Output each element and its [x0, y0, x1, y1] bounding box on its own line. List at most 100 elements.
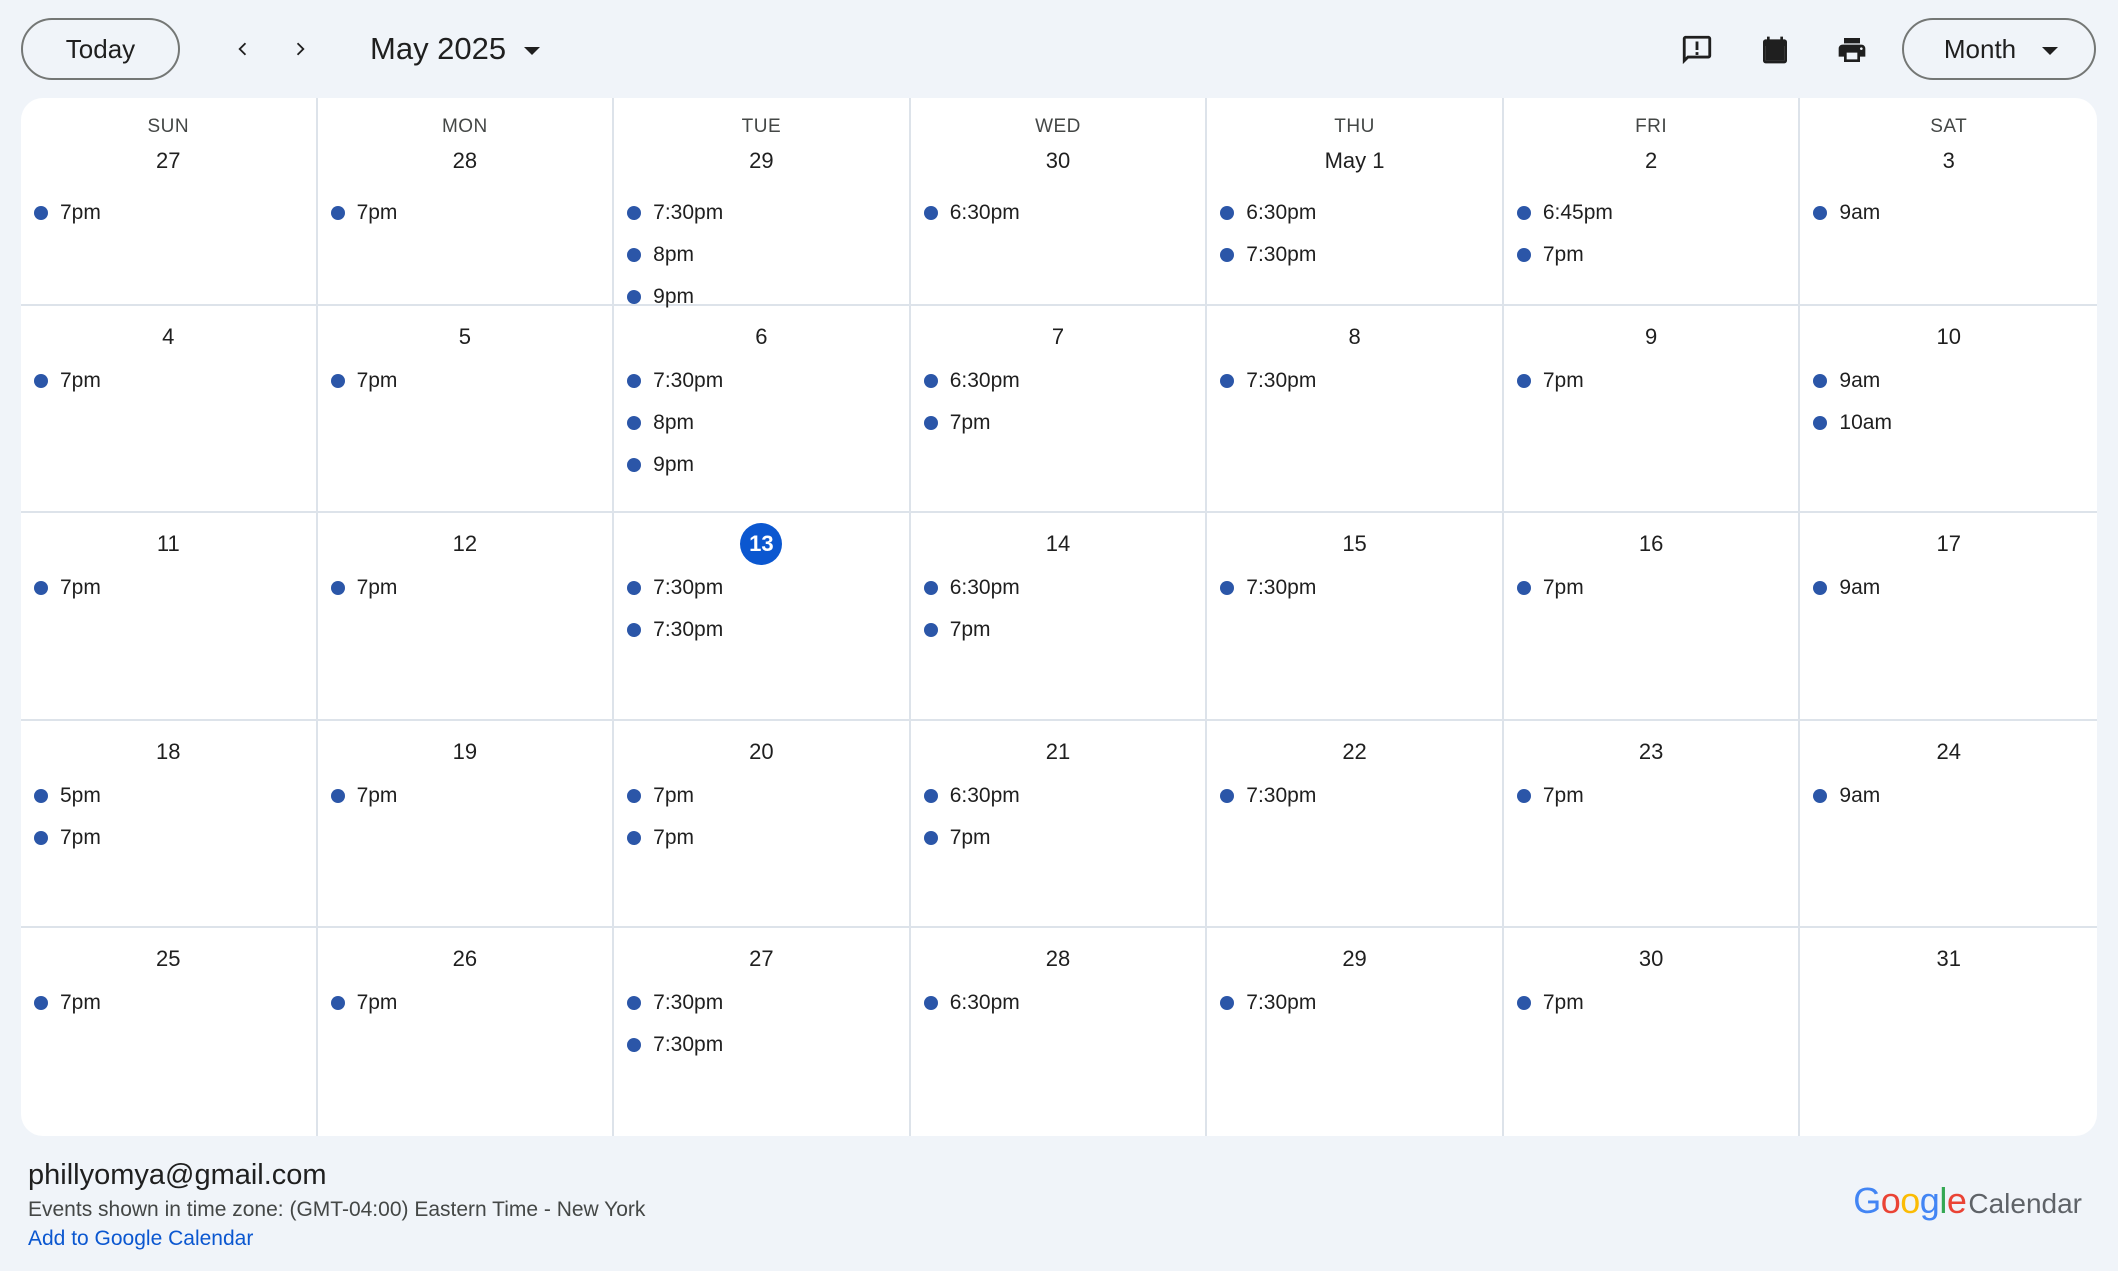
- event-chip[interactable]: 7pm: [33, 567, 308, 609]
- event-chip[interactable]: 6:30pm: [923, 567, 1198, 609]
- day-cell[interactable]: 20 7pm 7pm: [614, 720, 911, 929]
- event-chip[interactable]: 7pm: [330, 360, 605, 402]
- day-cell[interactable]: 8 7:30pm: [1207, 305, 1504, 514]
- day-cell[interactable]: TUE 29 7:30pm 8pm 9pm: [614, 98, 911, 308]
- event-chip[interactable]: 7pm: [33, 192, 308, 234]
- event-chip[interactable]: 8pm: [626, 234, 901, 276]
- day-cell[interactable]: 23 7pm: [1503, 720, 1801, 929]
- event-chip[interactable]: 7:30pm: [1219, 775, 1494, 817]
- date-number[interactable]: 27: [147, 140, 189, 182]
- event-chip[interactable]: 7:30pm: [626, 360, 901, 402]
- date-number[interactable]: 10: [1928, 316, 1970, 358]
- event-chip[interactable]: 7:30pm: [626, 982, 901, 1024]
- event-chip[interactable]: 7pm: [626, 775, 901, 817]
- day-cell[interactable]: 4 7pm: [21, 305, 318, 514]
- date-number[interactable]: May 1: [1325, 140, 1385, 182]
- date-number[interactable]: 23: [1630, 731, 1672, 773]
- day-cell[interactable]: 31: [1800, 928, 2097, 1136]
- day-cell[interactable]: 28 6:30pm: [911, 928, 1208, 1136]
- day-cell[interactable]: 24 9am: [1800, 721, 2097, 929]
- day-cell[interactable]: 11 7pm: [21, 513, 318, 721]
- date-number[interactable]: 5: [444, 316, 486, 358]
- event-chip[interactable]: 6:30pm: [923, 192, 1198, 234]
- month-picker[interactable]: May 2025: [370, 24, 541, 74]
- date-number[interactable]: 30: [1037, 140, 1079, 182]
- day-cell[interactable]: 12 7pm: [317, 513, 615, 721]
- event-chip[interactable]: 7:30pm: [1219, 982, 1494, 1024]
- event-chip[interactable]: 7:30pm: [626, 609, 901, 651]
- event-chip[interactable]: 9pm: [626, 444, 901, 486]
- event-chip[interactable]: 7:30pm: [626, 1024, 901, 1066]
- day-cell[interactable]: 13 7:30pm 7:30pm: [614, 513, 911, 721]
- day-cell[interactable]: 9 7pm: [1503, 305, 1801, 514]
- event-chip[interactable]: 9am: [1812, 360, 2089, 402]
- day-cell[interactable]: 29 7:30pm: [1207, 928, 1504, 1136]
- event-chip[interactable]: 6:30pm: [923, 360, 1198, 402]
- event-chip[interactable]: 7pm: [33, 982, 308, 1024]
- date-number[interactable]: 14: [1037, 523, 1079, 565]
- event-chip[interactable]: 6:45pm: [1516, 192, 1791, 234]
- date-number[interactable]: 18: [147, 731, 189, 773]
- event-chip[interactable]: 10am: [1812, 402, 2089, 444]
- event-chip[interactable]: 7pm: [330, 192, 605, 234]
- event-chip[interactable]: 7pm: [1516, 775, 1791, 817]
- event-chip[interactable]: 6:30pm: [923, 775, 1198, 817]
- day-cell[interactable]: SAT 3 9am: [1800, 98, 2097, 306]
- day-cell[interactable]: WED 30 6:30pm: [910, 98, 1208, 306]
- date-number[interactable]: 8: [1334, 316, 1376, 358]
- date-number[interactable]: 28: [444, 140, 486, 182]
- day-cell[interactable]: 27 7:30pm 7:30pm: [614, 928, 911, 1136]
- date-number[interactable]: 27: [740, 938, 782, 980]
- date-number[interactable]: 20: [740, 731, 782, 773]
- event-chip[interactable]: 7pm: [330, 567, 605, 609]
- date-number[interactable]: 26: [444, 938, 486, 980]
- day-cell[interactable]: 30 7pm: [1504, 928, 1801, 1136]
- date-number[interactable]: 6: [740, 316, 782, 358]
- event-chip[interactable]: 7pm: [626, 817, 901, 859]
- day-cell[interactable]: 26 7pm: [318, 928, 615, 1136]
- event-chip[interactable]: 7pm: [1516, 982, 1791, 1024]
- feedback-button[interactable]: [1671, 24, 1723, 76]
- day-cell[interactable]: 25 7pm: [21, 928, 318, 1136]
- date-number[interactable]: 29: [740, 140, 782, 182]
- date-number[interactable]: 12: [444, 523, 486, 565]
- day-cell[interactable]: 7 6:30pm 7pm: [910, 305, 1208, 514]
- day-cell[interactable]: 14 6:30pm 7pm: [910, 513, 1208, 721]
- print-button[interactable]: [1826, 24, 1878, 76]
- date-number[interactable]: 9: [1630, 316, 1672, 358]
- day-cell[interactable]: 21 6:30pm 7pm: [910, 720, 1208, 929]
- day-cell[interactable]: FRI 2 6:45pm 7pm: [1503, 98, 1801, 306]
- event-chip[interactable]: 7:30pm: [626, 192, 901, 234]
- today-date-number[interactable]: 13: [740, 523, 783, 566]
- day-cell[interactable]: 5 7pm: [317, 305, 615, 514]
- event-chip[interactable]: 6:30pm: [923, 982, 1198, 1024]
- date-number[interactable]: 4: [147, 316, 189, 358]
- event-chip[interactable]: 9am: [1812, 192, 2089, 234]
- event-chip[interactable]: 7pm: [330, 982, 605, 1024]
- day-cell[interactable]: MON 28 7pm: [317, 98, 615, 306]
- event-chip[interactable]: 8pm: [626, 402, 901, 444]
- event-chip[interactable]: 9am: [1812, 775, 2089, 817]
- date-number[interactable]: 11: [147, 523, 189, 565]
- event-chip[interactable]: 7pm: [1516, 567, 1791, 609]
- event-chip[interactable]: 7pm: [330, 775, 605, 817]
- event-chip[interactable]: 7pm: [923, 609, 1198, 651]
- day-cell[interactable]: 18 5pm 7pm: [21, 720, 318, 929]
- day-cell[interactable]: 22 7:30pm: [1207, 720, 1504, 929]
- open-calendar-button[interactable]: [1749, 24, 1801, 76]
- day-cell[interactable]: SUN 27 7pm: [21, 98, 318, 306]
- event-chip[interactable]: 7pm: [33, 360, 308, 402]
- date-number[interactable]: 24: [1928, 731, 1970, 773]
- google-calendar-logo[interactable]: Google Calendar: [1853, 1180, 2082, 1222]
- event-chip[interactable]: 7:30pm: [1219, 360, 1494, 402]
- date-number[interactable]: 2: [1630, 140, 1672, 182]
- date-number[interactable]: 28: [1037, 938, 1079, 980]
- day-cell[interactable]: 19 7pm: [317, 720, 615, 929]
- day-cell[interactable]: 10 9am 10am: [1800, 306, 2097, 514]
- day-cell[interactable]: 17 9am: [1800, 513, 2097, 721]
- date-number[interactable]: 17: [1928, 523, 1970, 565]
- add-to-google-calendar-link[interactable]: Add to Google Calendar: [28, 1227, 253, 1251]
- event-chip[interactable]: 7pm: [1516, 234, 1791, 276]
- event-chip[interactable]: 7pm: [1516, 360, 1791, 402]
- date-number[interactable]: 19: [444, 731, 486, 773]
